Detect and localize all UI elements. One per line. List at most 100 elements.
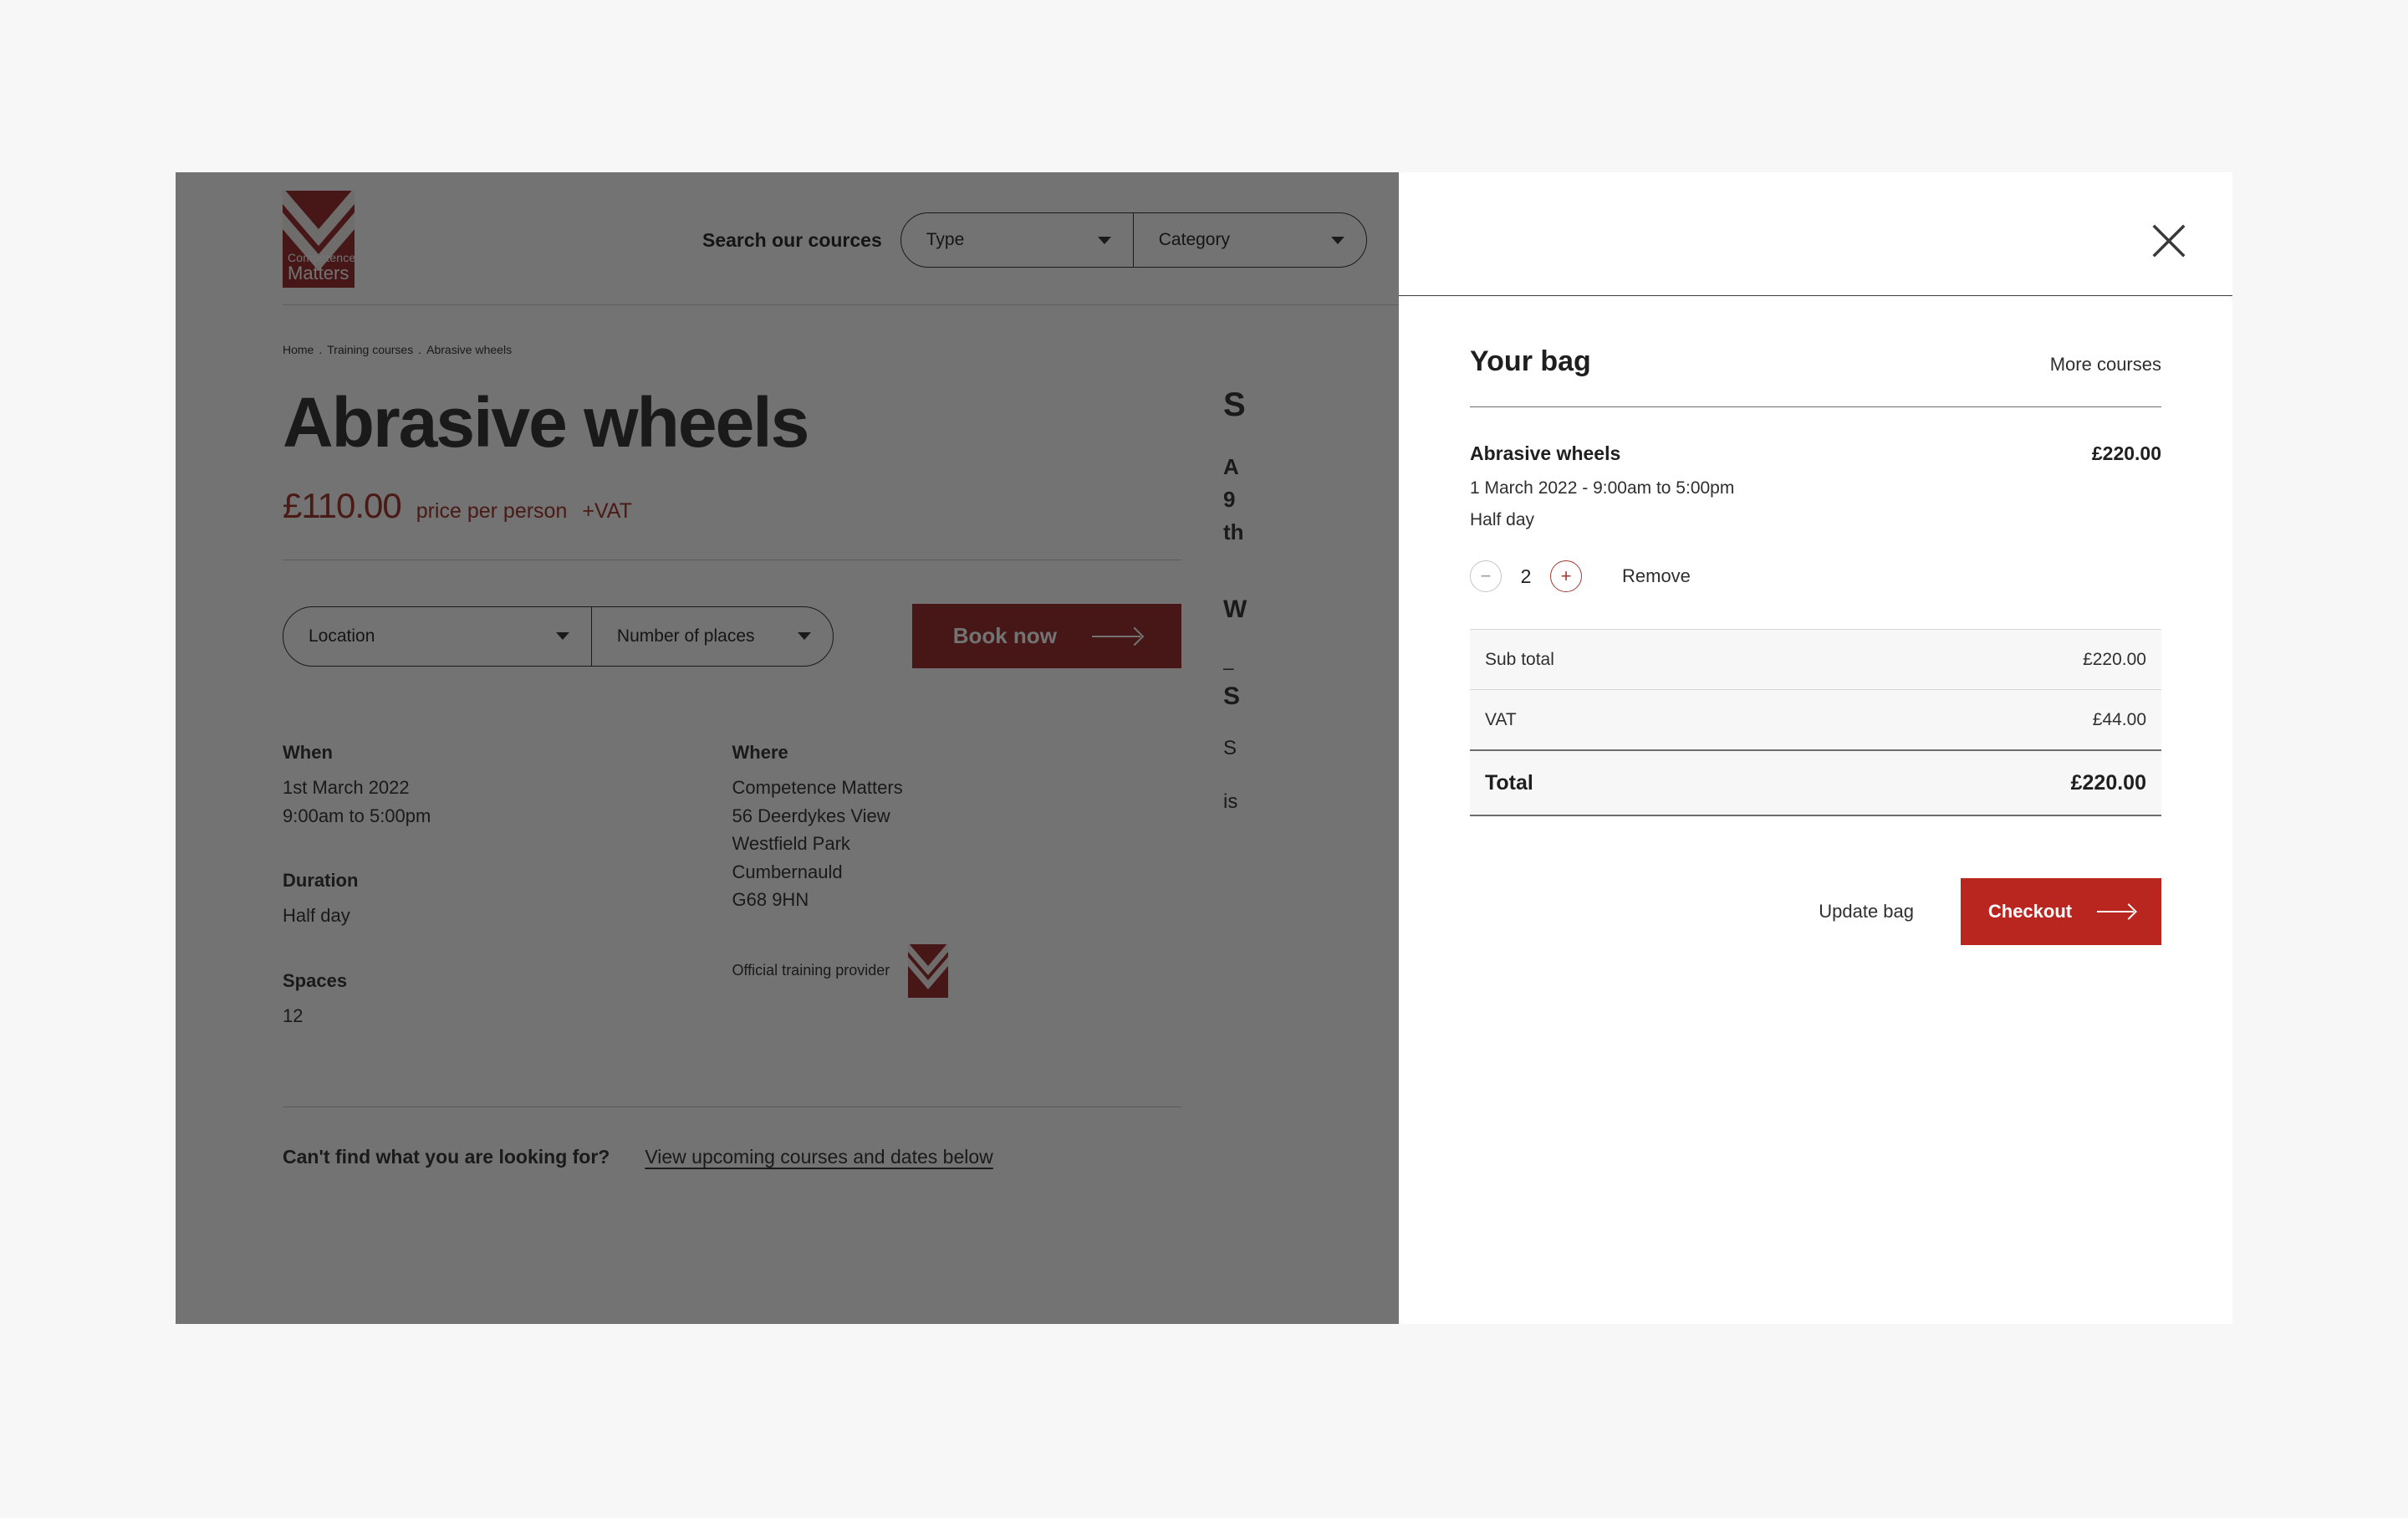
bag-item-duration: Half day xyxy=(1470,510,2161,530)
subtotal-row: Sub total £220.00 xyxy=(1470,629,2161,689)
vat-value: £44.00 xyxy=(2093,710,2146,730)
type-select-value: Type xyxy=(926,230,965,250)
bag-totals: Sub total £220.00 VAT £44.00 Total £220.… xyxy=(1470,629,2161,816)
price-vat-note: +VAT xyxy=(582,499,632,524)
spaces-block: Spaces 12 xyxy=(283,970,732,1030)
site-logo[interactable]: Competence Matters xyxy=(283,191,355,288)
location-select[interactable]: Location xyxy=(283,607,592,666)
quantity-value: 2 xyxy=(1520,565,1532,588)
subtotal-value: £220.00 xyxy=(2083,650,2146,670)
chevron-down-icon xyxy=(1331,237,1344,244)
vat-label: VAT xyxy=(1485,710,1517,730)
price-note: price per person xyxy=(416,499,568,524)
details-column-right: Where Competence Matters 56 Deerdykes Vi… xyxy=(732,742,1182,1070)
where-line: 56 Deerdykes View xyxy=(732,802,1182,830)
booking-filter-group: Location Number of places xyxy=(283,606,834,667)
duration-value: Half day xyxy=(283,902,732,929)
bag-item-price: £220.00 xyxy=(2092,442,2161,465)
page-content-left: Competence Matters Search our cources Ty… xyxy=(176,172,1399,1324)
where-line: Competence Matters xyxy=(732,774,1182,801)
places-select-value: Number of places xyxy=(617,626,755,647)
total-row: Total £220.00 xyxy=(1470,749,2161,816)
logo-text-line2: Matters xyxy=(288,264,351,283)
breadcrumb: Home.Training courses.Abrasive wheels xyxy=(283,343,1399,356)
total-value: £220.00 xyxy=(2071,771,2146,795)
when-time: 9:00am to 5:00pm xyxy=(283,802,732,830)
checkout-label: Checkout xyxy=(1988,901,2072,923)
view-upcoming-courses-link[interactable]: View upcoming courses and dates below xyxy=(645,1146,992,1168)
type-select[interactable]: Type xyxy=(901,213,1134,267)
page-title: Abrasive wheels xyxy=(283,386,1181,459)
course-details: When 1st March 2022 9:00am to 5:00pm Dur… xyxy=(283,742,1181,1070)
breadcrumb-home[interactable]: Home xyxy=(283,343,314,356)
chevron-down-icon xyxy=(1098,237,1111,244)
provider-label: Official training provider xyxy=(732,962,890,979)
provider-logo: Competence Matters xyxy=(908,944,948,998)
breadcrumb-separator: . xyxy=(319,343,322,356)
chevron-down-icon xyxy=(556,632,569,640)
sidebar-lead: A 9 th xyxy=(1223,451,1399,549)
quantity-stepper: − 2 + Remove xyxy=(1470,560,2161,592)
where-line: Westfield Park xyxy=(732,830,1182,857)
chevron-down-icon xyxy=(798,632,811,640)
sidebar-section2-heading: S xyxy=(1223,682,1399,711)
cant-find-row: Can't find what you are looking for? Vie… xyxy=(283,1146,1181,1168)
where-heading: Where xyxy=(732,742,1182,764)
details-column-left: When 1st March 2022 9:00am to 5:00pm Dur… xyxy=(283,742,732,1070)
course-sidebar-content: S A 9 th W xyxy=(1223,386,1399,1168)
location-select-value: Location xyxy=(309,626,375,647)
modal-header-divider xyxy=(1399,295,2232,296)
bag-header: Your bag More courses xyxy=(1470,345,2161,378)
vat-row: VAT £44.00 xyxy=(1470,689,2161,749)
logo-text-line1: Competence xyxy=(288,252,351,263)
bag-line-item: Abrasive wheels £220.00 1 March 2022 - 9… xyxy=(1470,442,2161,592)
book-now-button[interactable]: Book now xyxy=(912,604,1181,668)
checkout-button[interactable]: Checkout xyxy=(1961,878,2161,945)
quantity-increase-button[interactable]: + xyxy=(1550,560,1582,592)
breadcrumb-section[interactable]: Training courses xyxy=(327,343,413,356)
price-row: £110.00 price per person +VAT xyxy=(283,486,1181,526)
total-label: Total xyxy=(1485,771,1533,795)
remove-item-button[interactable]: Remove xyxy=(1622,565,1691,587)
places-select[interactable]: Number of places xyxy=(592,607,833,666)
when-heading: When xyxy=(283,742,732,764)
cant-find-question: Can't find what you are looking for? xyxy=(283,1146,610,1168)
spaces-value: 12 xyxy=(283,1002,732,1030)
duration-heading: Duration xyxy=(283,870,732,892)
bag-item-name: Abrasive wheels xyxy=(1470,442,1620,465)
bag-actions: Update bag Checkout xyxy=(1470,878,2161,945)
sidebar-lead-line3: th xyxy=(1223,516,1399,549)
bag-item-header: Abrasive wheels £220.00 xyxy=(1470,442,2161,465)
when-block: When 1st March 2022 9:00am to 5:00pm xyxy=(283,742,732,830)
breadcrumb-separator: . xyxy=(418,343,421,356)
course-search: Search our cources Type Category xyxy=(702,212,1367,268)
quantity-decrease-button[interactable]: − xyxy=(1470,560,1502,592)
where-line: G68 9HN xyxy=(732,886,1182,913)
duration-block: Duration Half day xyxy=(283,870,732,929)
when-date: 1st March 2022 xyxy=(283,774,732,801)
more-courses-link[interactable]: More courses xyxy=(2050,354,2161,376)
subtotal-label: Sub total xyxy=(1485,650,1554,670)
category-select-value: Category xyxy=(1159,230,1230,250)
update-bag-button[interactable]: Update bag xyxy=(1819,901,1914,923)
bag-modal: Your bag More courses Abrasive wheels £2… xyxy=(1399,172,2232,1324)
sidebar-section2-line2: is xyxy=(1223,786,1399,818)
arrow-right-icon xyxy=(1092,636,1140,637)
sidebar-lead-line2: 9 xyxy=(1223,483,1399,516)
bag-item-schedule: 1 March 2022 - 9:00am to 5:00pm xyxy=(1470,478,2161,498)
sidebar-subheading: W xyxy=(1223,595,1399,624)
category-select[interactable]: Category xyxy=(1134,213,1366,267)
official-provider: Official training provider Competence Ma… xyxy=(732,944,1182,998)
booking-row: Location Number of places Book now xyxy=(283,604,1181,668)
sidebar-heading: S xyxy=(1223,386,1399,424)
sidebar-lead-line1: A xyxy=(1223,451,1399,483)
close-icon[interactable] xyxy=(2149,221,2189,261)
where-line: Cumbernauld xyxy=(732,858,1182,886)
bag-title: Your bag xyxy=(1470,345,1591,378)
search-label: Search our cources xyxy=(702,229,882,252)
site-header: Competence Matters Search our cources Ty… xyxy=(176,172,1399,306)
sidebar-section2-line1: S xyxy=(1223,733,1399,764)
search-filter-group: Type Category xyxy=(900,212,1367,268)
book-now-label: Book now xyxy=(953,623,1057,649)
sidebar-section-2: S S is xyxy=(1223,682,1399,819)
